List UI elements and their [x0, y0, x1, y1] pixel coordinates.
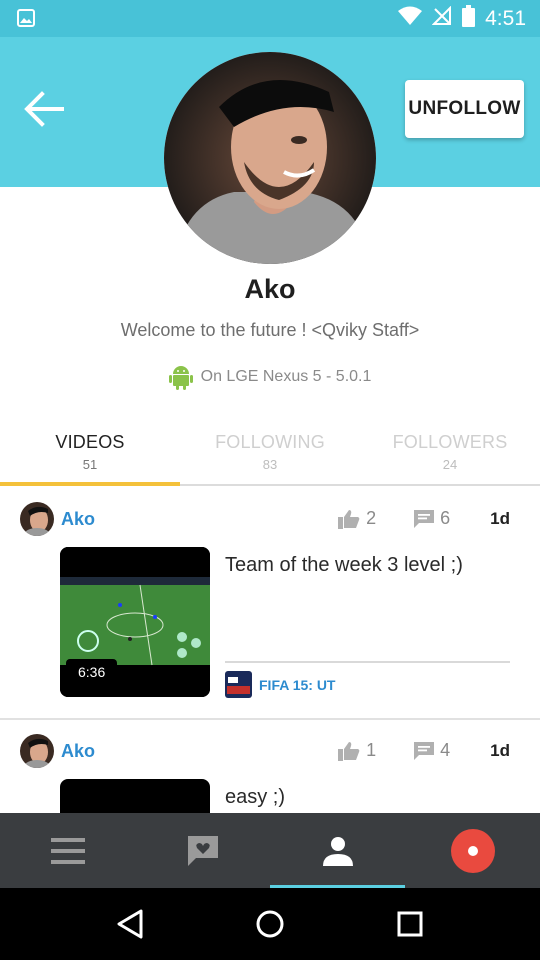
tab-following[interactable]: FOLLOWING 83 — [180, 424, 360, 484]
nav-messages[interactable] — [135, 813, 270, 888]
record-icon — [450, 828, 495, 873]
like-count: 1 — [366, 740, 377, 760]
thumbs-up-icon — [338, 741, 360, 761]
post-username: Ako — [61, 740, 96, 761]
battery-icon — [462, 5, 476, 32]
video-thumbnail[interactable] — [60, 779, 210, 813]
comment-button[interactable]: 6 — [414, 508, 450, 529]
post-title: Team of the week 3 level ;) — [225, 554, 463, 576]
post-stats: 1 4 1d — [338, 740, 510, 761]
status-bar: 4:51 — [0, 0, 540, 37]
game-tag[interactable]: FIFA 15: UT — [225, 671, 336, 698]
thumbs-up-icon — [338, 509, 360, 529]
home-circle-icon — [256, 910, 284, 938]
back-button[interactable] — [18, 87, 68, 131]
nav-record[interactable] — [405, 813, 540, 888]
chat-heart-icon — [187, 835, 218, 866]
post-time: 1d — [490, 508, 510, 528]
post-author[interactable]: Ako — [20, 734, 95, 768]
video-post: Ako 1 4 1d easy ;) — [0, 720, 540, 813]
tab-count: 51 — [82, 457, 98, 472]
like-button[interactable]: 1 — [338, 740, 376, 761]
video-thumbnail[interactable]: 6:36 — [60, 547, 210, 697]
tab-label: VIDEOS — [55, 432, 125, 452]
nav-profile[interactable] — [270, 813, 405, 888]
profile-avatar[interactable] — [164, 52, 376, 264]
back-triangle-icon — [117, 909, 143, 939]
tab-label: FOLLOWERS — [392, 432, 508, 452]
game-name: FIFA 15: UT — [259, 676, 336, 693]
post-username: Ako — [61, 508, 96, 529]
comment-count: 6 — [440, 508, 451, 528]
image-notification-icon — [17, 9, 35, 32]
post-title: easy ;) — [225, 786, 286, 808]
divider — [225, 661, 510, 663]
profile-name: Ako — [244, 274, 296, 304]
like-button[interactable]: 2 — [338, 508, 376, 529]
nav-menu[interactable] — [0, 813, 135, 888]
system-home-button[interactable] — [240, 894, 300, 954]
unfollow-button[interactable]: UNFOLLOW — [405, 80, 524, 138]
profile-icon — [322, 836, 353, 866]
wifi-icon — [398, 6, 423, 31]
profile-bio: Welcome to the future ! <Qviky Staff> — [120, 320, 420, 340]
avatar — [20, 734, 54, 768]
device-info: On LGE Nexus 5 - 5.0.1 — [0, 364, 540, 390]
comment-button[interactable]: 4 — [414, 740, 450, 761]
avatar — [20, 502, 54, 536]
status-time: 4:51 — [485, 6, 526, 30]
post-stats: 2 6 1d — [338, 508, 510, 529]
tab-followers[interactable]: FOLLOWERS 24 — [360, 424, 540, 484]
bottom-navigation — [0, 813, 540, 888]
post-time: 1d — [490, 740, 510, 760]
tab-label: FOLLOWING — [215, 432, 325, 452]
back-arrow-icon — [24, 91, 64, 127]
video-post: Ako 2 6 1d 6:36 Team of the week 3 level… — [0, 488, 540, 720]
device-text: On LGE Nexus 5 - 5.0.1 — [200, 368, 372, 385]
android-icon — [168, 366, 193, 390]
comment-icon — [414, 741, 435, 760]
tab-count: 83 — [262, 457, 278, 472]
comment-count: 4 — [440, 740, 451, 760]
comment-icon — [414, 509, 435, 528]
video-duration: 6:36 — [66, 659, 118, 685]
tab-count: 24 — [442, 457, 458, 472]
video-feed[interactable]: Ako 2 6 1d 6:36 Team of the week 3 level… — [0, 488, 540, 813]
game-logo-icon — [225, 671, 252, 698]
tab-videos[interactable]: VIDEOS 51 — [0, 424, 180, 486]
post-author[interactable]: Ako — [20, 502, 95, 536]
like-count: 2 — [366, 508, 377, 528]
system-navigation — [0, 888, 540, 960]
profile-tabs: VIDEOS 51 FOLLOWING 83 FOLLOWERS 24 — [0, 424, 540, 486]
system-recents-button[interactable] — [380, 894, 440, 954]
menu-icon — [50, 837, 85, 864]
system-back-button[interactable] — [100, 894, 160, 954]
recents-square-icon — [397, 911, 423, 937]
no-signal-icon — [431, 5, 452, 31]
